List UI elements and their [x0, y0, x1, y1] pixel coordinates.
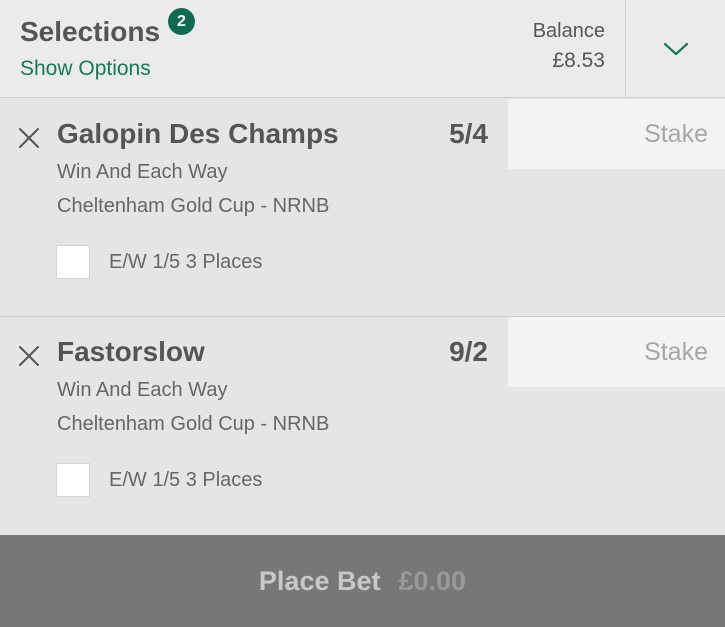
selections-title: Selections — [20, 16, 161, 47]
event-name: Cheltenham Gold Cup - NRNB — [57, 195, 330, 217]
remove-selection-button[interactable] — [14, 123, 44, 153]
selections-count-badge: 2 — [168, 8, 195, 35]
balance-value: £8.53 — [552, 49, 605, 72]
each-way-label: E/W 1/5 3 Places — [109, 251, 263, 273]
selection-name: Galopin Des Champs — [57, 118, 339, 149]
stake-input[interactable] — [508, 99, 725, 169]
stake-input[interactable] — [508, 317, 725, 387]
expand-betslip-button[interactable] — [625, 0, 725, 98]
place-bet-label: Place Bet — [258, 565, 381, 596]
each-way-checkbox[interactable] — [56, 463, 90, 497]
show-options-link[interactable]: Show Options — [20, 57, 151, 81]
chevron-down-icon — [663, 42, 688, 56]
close-icon — [19, 346, 39, 366]
selection-odds[interactable]: 9/2 — [449, 336, 488, 368]
each-way-checkbox[interactable] — [56, 245, 90, 279]
bet-selection-2: Fastorslow 9/2 Win And Each Way Cheltenh… — [0, 317, 725, 535]
betslip-header: Selections 2 Show Options Balance £8.53 — [0, 0, 725, 98]
each-way-label: E/W 1/5 3 Places — [109, 469, 263, 491]
market-type: Win And Each Way — [57, 161, 228, 183]
place-bet-button[interactable]: Place Bet £0.00 — [0, 535, 725, 627]
close-icon — [19, 128, 39, 148]
selection-name: Fastorslow — [57, 336, 205, 367]
place-bet-amount: £0.00 — [398, 565, 467, 596]
market-type: Win And Each Way — [57, 379, 228, 401]
bet-selection-1: Galopin Des Champs 5/4 Win And Each Way … — [0, 99, 725, 317]
balance-label: Balance — [532, 20, 605, 42]
remove-selection-button[interactable] — [14, 341, 44, 371]
selection-odds[interactable]: 5/4 — [449, 118, 488, 150]
event-name: Cheltenham Gold Cup - NRNB — [57, 413, 330, 435]
